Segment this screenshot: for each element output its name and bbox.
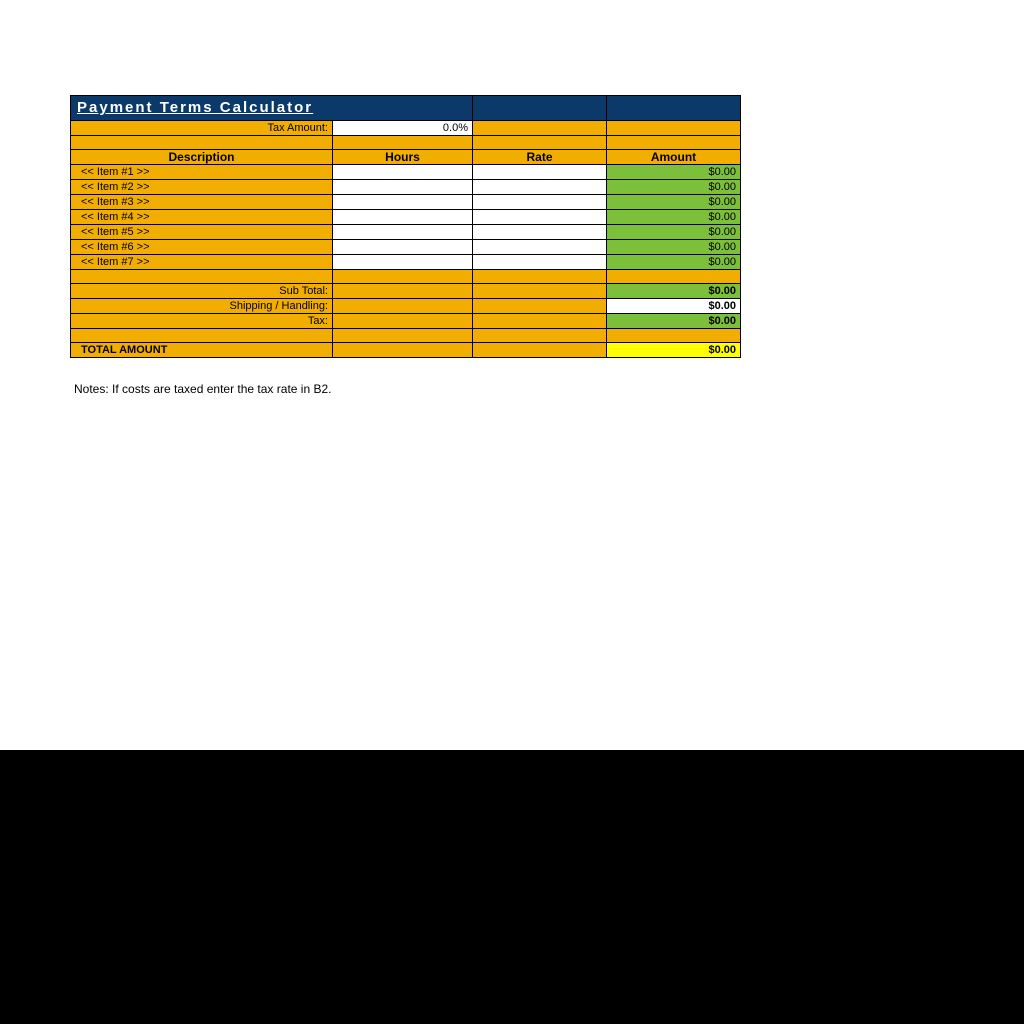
tax-spacer-2	[607, 121, 741, 136]
tax-row: Tax: $0.00	[71, 314, 741, 329]
item-amount: $0.00	[607, 180, 741, 195]
title-spacer-1	[473, 96, 607, 121]
calculator-table: Payment Terms Calculator Tax Amount: 0.0…	[70, 95, 741, 358]
header-rate: Rate	[473, 150, 607, 165]
shipping-value[interactable]: $0.00	[607, 299, 741, 314]
header-description: Description	[71, 150, 333, 165]
spacer-row-2	[71, 270, 741, 284]
item-rate[interactable]	[473, 225, 607, 240]
title-spacer-2	[607, 96, 741, 121]
tax-row-value: $0.00	[607, 314, 741, 329]
item-amount: $0.00	[607, 255, 741, 270]
item-description[interactable]: << Item #6 >>	[71, 240, 333, 255]
total-row: TOTAL AMOUNT $0.00	[71, 343, 741, 358]
table-row: << Item #1 >> $0.00	[71, 165, 741, 180]
item-rate[interactable]	[473, 255, 607, 270]
tax-spacer-1	[473, 121, 607, 136]
item-hours[interactable]	[333, 255, 473, 270]
header-amount: Amount	[607, 150, 741, 165]
title-row: Payment Terms Calculator	[71, 96, 741, 121]
item-rate[interactable]	[473, 180, 607, 195]
shipping-label: Shipping / Handling:	[71, 299, 333, 314]
item-hours[interactable]	[333, 165, 473, 180]
item-amount: $0.00	[607, 195, 741, 210]
item-description[interactable]: << Item #2 >>	[71, 180, 333, 195]
item-rate[interactable]	[473, 165, 607, 180]
subtotal-row: Sub Total: $0.00	[71, 284, 741, 299]
subtotal-value: $0.00	[607, 284, 741, 299]
tax-amount-input[interactable]: 0.0%	[333, 121, 473, 136]
item-rate[interactable]	[473, 210, 607, 225]
tax-amount-label: Tax Amount:	[71, 121, 333, 136]
item-description[interactable]: << Item #7 >>	[71, 255, 333, 270]
item-hours[interactable]	[333, 180, 473, 195]
item-description[interactable]: << Item #3 >>	[71, 195, 333, 210]
item-description[interactable]: << Item #1 >>	[71, 165, 333, 180]
item-hours[interactable]	[333, 210, 473, 225]
table-row: << Item #6 >> $0.00	[71, 240, 741, 255]
item-amount: $0.00	[607, 210, 741, 225]
header-row: Description Hours Rate Amount	[71, 150, 741, 165]
item-description[interactable]: << Item #4 >>	[71, 210, 333, 225]
table-row: << Item #7 >> $0.00	[71, 255, 741, 270]
item-hours[interactable]	[333, 240, 473, 255]
item-description[interactable]: << Item #5 >>	[71, 225, 333, 240]
tax-amount-row: Tax Amount: 0.0%	[71, 121, 741, 136]
item-hours[interactable]	[333, 195, 473, 210]
item-rate[interactable]	[473, 195, 607, 210]
table-row: << Item #2 >> $0.00	[71, 180, 741, 195]
black-band	[0, 750, 1024, 1024]
item-amount: $0.00	[607, 240, 741, 255]
page: Payment Terms Calculator Tax Amount: 0.0…	[0, 0, 1024, 1024]
spacer-row-1	[71, 136, 741, 150]
item-amount: $0.00	[607, 225, 741, 240]
subtotal-label: Sub Total:	[71, 284, 333, 299]
item-hours[interactable]	[333, 225, 473, 240]
table-row: << Item #4 >> $0.00	[71, 210, 741, 225]
notes-text: Notes: If costs are taxed enter the tax …	[74, 382, 740, 396]
title-cell: Payment Terms Calculator	[71, 96, 473, 121]
table-row: << Item #5 >> $0.00	[71, 225, 741, 240]
table-row: << Item #3 >> $0.00	[71, 195, 741, 210]
item-amount: $0.00	[607, 165, 741, 180]
total-value: $0.00	[607, 343, 741, 358]
header-hours: Hours	[333, 150, 473, 165]
tax-row-label: Tax:	[71, 314, 333, 329]
spacer-row-3	[71, 329, 741, 343]
calculator-sheet: Payment Terms Calculator Tax Amount: 0.0…	[70, 95, 740, 396]
shipping-row: Shipping / Handling: $0.00	[71, 299, 741, 314]
total-label: TOTAL AMOUNT	[71, 343, 333, 358]
item-rate[interactable]	[473, 240, 607, 255]
